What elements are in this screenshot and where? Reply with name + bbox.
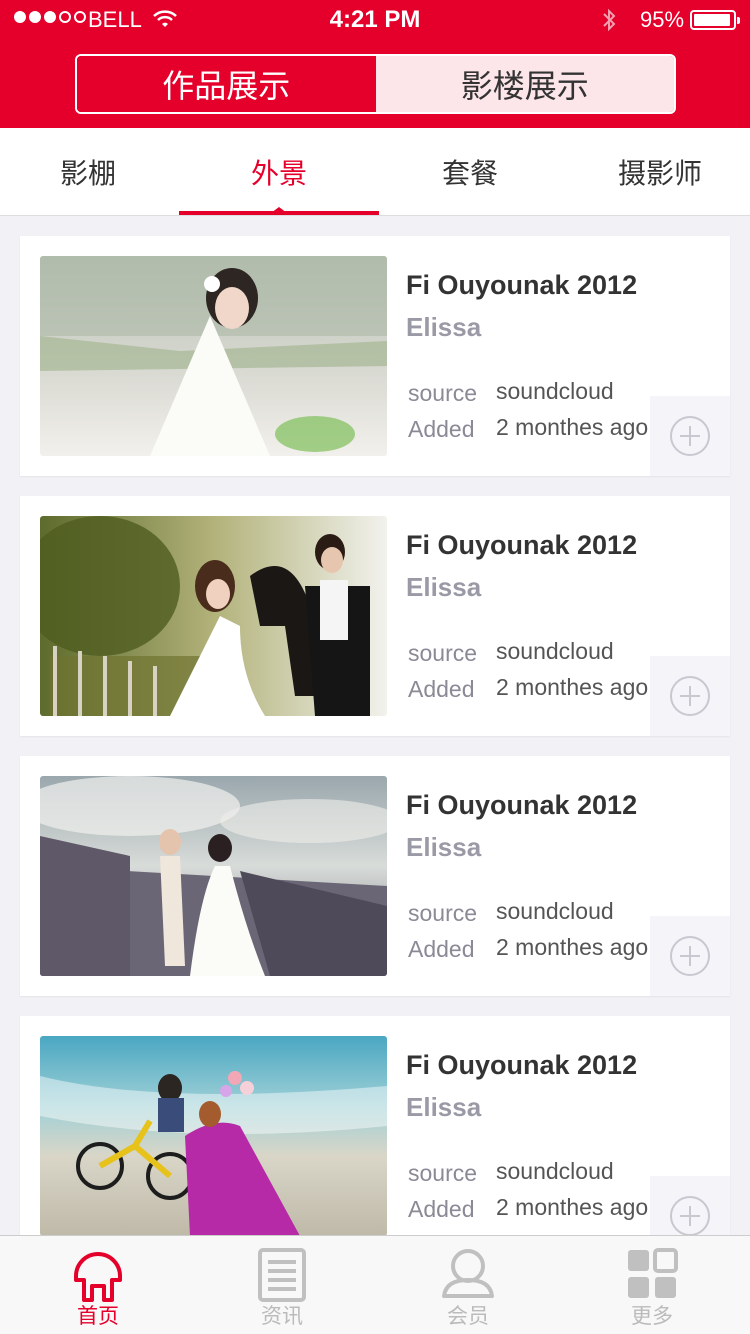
card-title: Fi Ouyounak 2012 [406,530,638,560]
beach-photo-thumbnail[interactable] [40,1036,387,1235]
card-artist: Elissa [406,572,482,602]
member-icon [442,1249,494,1298]
bottom-tab-bar: 首页 资讯 会员 更多 [0,1235,750,1334]
home-icon [74,1252,122,1302]
add-button[interactable] [650,1176,730,1235]
list-item[interactable]: Fi Ouyounak 2012 Elissa source soundclou… [20,236,730,476]
tabbar-more[interactable]: 更多 [592,1236,712,1334]
tab-studio[interactable]: 影棚 [0,128,176,216]
tab-packages[interactable]: 套餐 [375,128,565,216]
list-item[interactable]: Fi Ouyounak 2012 Elissa source soundclou… [20,1016,730,1235]
view-segmented-control: 作品展示 影楼展示 [75,54,676,114]
bluetooth-icon [603,8,616,32]
card-title: Fi Ouyounak 2012 [406,790,638,820]
add-button[interactable] [650,656,730,736]
tabbar-member-label: 会员 [447,1304,489,1328]
more-icon [628,1248,678,1298]
tabbar-news[interactable]: 资讯 [222,1236,342,1334]
plus-circle-icon [670,1196,710,1235]
status-time: 4:21 PM [329,6,421,33]
source-value: soundcloud [496,1158,614,1184]
bride-photo-thumbnail[interactable] [40,256,387,456]
add-button[interactable] [650,916,730,996]
added-value: 2 monthes ago [496,674,649,700]
plus-circle-icon [670,936,710,976]
tab-caret-icon [271,207,287,213]
tab-photographers[interactable]: 摄影师 [565,128,750,216]
tabbar-news-label: 资讯 [261,1304,303,1328]
added-value: 2 monthes ago [496,414,649,440]
battery-percent: 95% [640,7,685,32]
category-tabs: 影棚 外景 套餐 摄影师 [0,128,750,216]
list-item[interactable]: Fi Ouyounak 2012 Elissa source soundclou… [20,496,730,736]
add-button[interactable] [650,396,730,476]
segment-studios[interactable]: 影楼展示 [375,56,674,112]
card-artist: Elissa [406,312,482,342]
source-value: soundcloud [496,378,614,404]
added-label: Added [408,936,475,962]
tabbar-home-label: 首页 [77,1304,119,1328]
source-value: soundcloud [496,898,614,924]
couple-horse-photo-thumbnail[interactable] [40,516,387,716]
plus-circle-icon [670,676,710,716]
source-label: source [408,900,478,926]
tabbar-home[interactable]: 首页 [38,1236,158,1334]
header: BELL 4:21 PM 95% 作品展示 影楼展示 [0,0,750,128]
great-wall-photo-thumbnail[interactable] [40,776,387,976]
added-value: 2 monthes ago [496,1194,649,1220]
tabbar-more-label: 更多 [631,1304,673,1328]
card-title: Fi Ouyounak 2012 [406,270,638,300]
added-label: Added [408,676,475,702]
news-icon [258,1248,306,1302]
list-item[interactable]: Fi Ouyounak 2012 Elissa source soundclou… [20,756,730,996]
status-bar: BELL 4:21 PM 95% [0,0,750,40]
photo-list[interactable]: Fi Ouyounak 2012 Elissa source soundclou… [0,216,750,1235]
source-label: source [408,1160,478,1186]
card-title: Fi Ouyounak 2012 [406,1050,638,1080]
battery-icon [690,10,740,30]
added-label: Added [408,416,475,442]
card-artist: Elissa [406,1092,482,1122]
added-label: Added [408,1196,475,1222]
tabbar-member[interactable]: 会员 [408,1236,528,1334]
source-label: source [408,380,478,406]
source-label: source [408,640,478,666]
tab-outdoor[interactable]: 外景 [179,128,379,216]
added-value: 2 monthes ago [496,934,649,960]
plus-circle-icon [670,416,710,456]
source-value: soundcloud [496,638,614,664]
card-artist: Elissa [406,832,482,862]
segment-works[interactable]: 作品展示 [77,56,376,112]
